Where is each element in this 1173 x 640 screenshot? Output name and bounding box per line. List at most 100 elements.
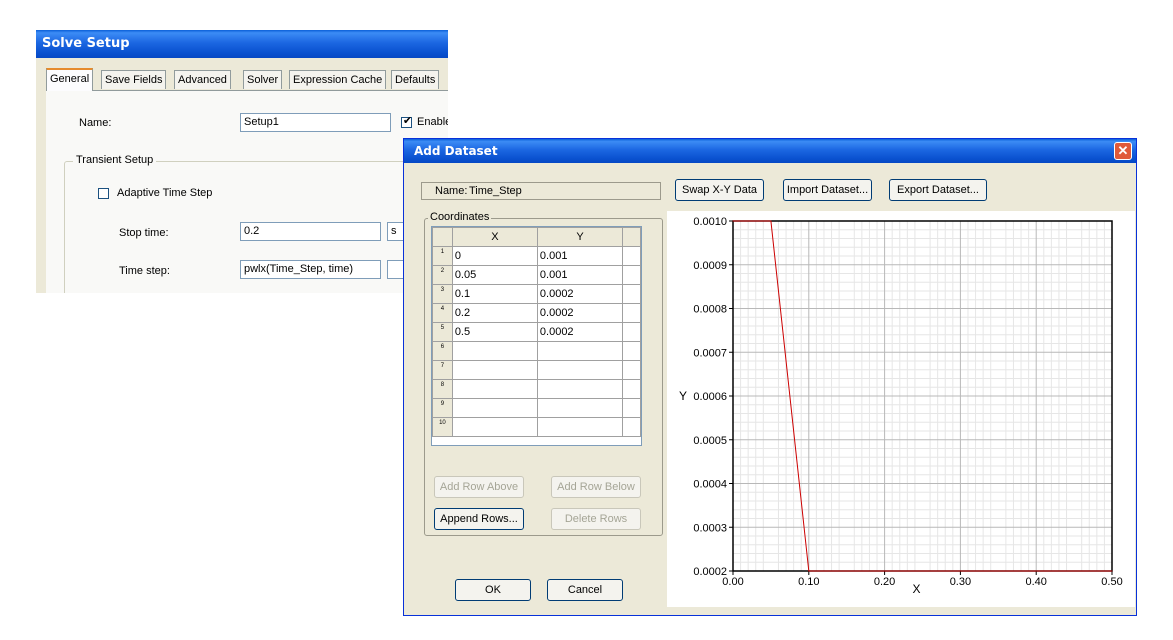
swap-xy-button[interactable]: Swap X-Y Data (675, 179, 764, 201)
cell-y[interactable]: 0.001 (536, 246, 624, 266)
data-point (732, 220, 734, 222)
tab-expression-cache[interactable]: Expression Cache (289, 70, 387, 89)
adaptive-time-step-label: Adaptive Time Step (117, 187, 213, 199)
y-tick-label: 0.0007 (693, 347, 727, 359)
row-header[interactable]: 6 (432, 341, 453, 361)
time-step-label: Time step: (119, 265, 170, 277)
coordinates-label: Coordinates (428, 211, 492, 223)
cell-y[interactable] (536, 379, 624, 399)
row-header[interactable]: 8 (432, 379, 453, 399)
tab-general[interactable]: General (46, 68, 94, 91)
x-tick-label: 0.00 (722, 576, 743, 588)
table-row[interactable]: 1 0 0.001 (432, 246, 641, 266)
cell-x[interactable] (451, 398, 538, 418)
tab-defaults[interactable]: Defaults (391, 70, 440, 89)
cell-filler (622, 265, 641, 285)
cell-y[interactable]: 0.0002 (536, 322, 624, 342)
cell-x[interactable] (451, 360, 538, 380)
table-header-row: X Y (432, 227, 641, 247)
cell-y[interactable] (536, 417, 624, 437)
delete-rows-button[interactable]: Delete Rows (551, 508, 641, 530)
y-tick-label: 0.0005 (693, 435, 727, 447)
adaptive-time-step-checkbox[interactable] (98, 188, 109, 199)
table-row[interactable]: 3 0.1 0.0002 (432, 284, 641, 304)
cell-filler (622, 246, 641, 266)
y-tick-label: 0.0009 (693, 260, 727, 272)
row-header[interactable]: 1 (432, 246, 453, 266)
row-header[interactable]: 5 (432, 322, 453, 342)
cancel-button[interactable]: Cancel (547, 579, 623, 601)
add-dataset-title: Add Dataset (404, 139, 1136, 163)
y-tick-label: 0.0006 (693, 391, 727, 403)
stop-time-input[interactable]: 0.2 (240, 222, 381, 241)
corner-cell (432, 227, 453, 247)
add-row-below-button[interactable]: Add Row Below (551, 476, 641, 498)
row-header[interactable]: 3 (432, 284, 453, 304)
ok-button[interactable]: OK (455, 579, 531, 601)
row-header[interactable]: 2 (432, 265, 453, 285)
row-header[interactable]: 7 (432, 360, 453, 380)
cell-y[interactable] (536, 360, 624, 380)
enable-checkbox[interactable]: ✔ (401, 115, 412, 128)
data-point (770, 220, 772, 222)
cell-x[interactable]: 0.05 (451, 265, 538, 285)
cell-y[interactable]: 0.0002 (536, 303, 624, 323)
column-header-x[interactable]: X (451, 227, 538, 247)
cell-y[interactable]: 0.001 (536, 265, 624, 285)
row-header[interactable]: 9 (432, 398, 453, 418)
cell-filler (622, 379, 641, 399)
tab-advanced[interactable]: Advanced (174, 70, 231, 89)
x-tick-label: 0.40 (1025, 576, 1046, 588)
cell-x[interactable] (451, 379, 538, 399)
x-tick-label: 0.30 (950, 576, 971, 588)
table-row[interactable]: 6 (432, 341, 641, 361)
x-tick-label: 0.10 (798, 576, 819, 588)
cell-y[interactable] (536, 398, 624, 418)
solve-setup-title: Solve Setup (36, 30, 448, 58)
dataset-name-label: Name: (435, 185, 468, 197)
tab-save-fields[interactable]: Save Fields (101, 70, 167, 89)
row-header[interactable]: 4 (432, 303, 453, 323)
cell-x[interactable]: 0.2 (451, 303, 538, 323)
row-header[interactable]: 10 (432, 417, 453, 437)
name-label: Name: (79, 117, 112, 129)
table-row[interactable]: 10 (432, 417, 641, 437)
cell-filler (622, 303, 641, 323)
table-row[interactable]: 4 0.2 0.0002 (432, 303, 641, 323)
table-row[interactable]: 7 (432, 360, 641, 380)
y-tick-label: 0.0003 (693, 522, 727, 534)
dataset-name-input[interactable]: Time_Step (469, 185, 522, 197)
tab-solver[interactable]: Solver (243, 70, 283, 89)
x-tick-label: 0.20 (874, 576, 895, 588)
column-header-y[interactable]: Y (536, 227, 624, 247)
cell-x[interactable]: 0.5 (451, 322, 538, 342)
cell-x[interactable]: 0 (451, 246, 538, 266)
cell-y[interactable] (536, 341, 624, 361)
setup-name-input[interactable]: Setup1 (240, 113, 391, 132)
cell-x[interactable] (451, 341, 538, 361)
data-point (1111, 570, 1113, 572)
general-tab-panel: Name: Setup1 ✔ Enable Transient Setup Ad… (46, 90, 448, 293)
table-row[interactable]: 2 0.05 0.001 (432, 265, 641, 285)
x-tick-label: 0.50 (1101, 576, 1122, 588)
y-tick-label: 0.0008 (693, 304, 727, 316)
export-dataset-button[interactable]: Export Dataset... (889, 179, 987, 201)
add-row-above-button[interactable]: Add Row Above (434, 476, 524, 498)
table-row[interactable]: 8 (432, 379, 641, 399)
coordinates-table[interactable]: X Y 1 0 0.001 2 0.05 0.001 3 0.1 0.0002 4 0.2 0.… (431, 226, 642, 446)
table-row[interactable]: 9 (432, 398, 641, 418)
cell-filler (622, 417, 641, 437)
data-point (884, 570, 886, 572)
close-icon: ✕ (1117, 143, 1129, 158)
stop-time-label: Stop time: (119, 227, 169, 239)
append-rows-button[interactable]: Append Rows... (434, 508, 524, 530)
y-tick-label: 0.0010 (693, 216, 727, 228)
table-row[interactable]: 5 0.5 0.0002 (432, 322, 641, 342)
time-step-input[interactable]: pwlx(Time_Step, time) (240, 260, 381, 279)
import-dataset-button[interactable]: Import Dataset... (783, 179, 872, 201)
enable-label: Enable (417, 116, 448, 128)
close-button[interactable]: ✕ (1114, 142, 1132, 160)
cell-x[interactable] (451, 417, 538, 437)
cell-y[interactable]: 0.0002 (536, 284, 624, 304)
cell-x[interactable]: 0.1 (451, 284, 538, 304)
